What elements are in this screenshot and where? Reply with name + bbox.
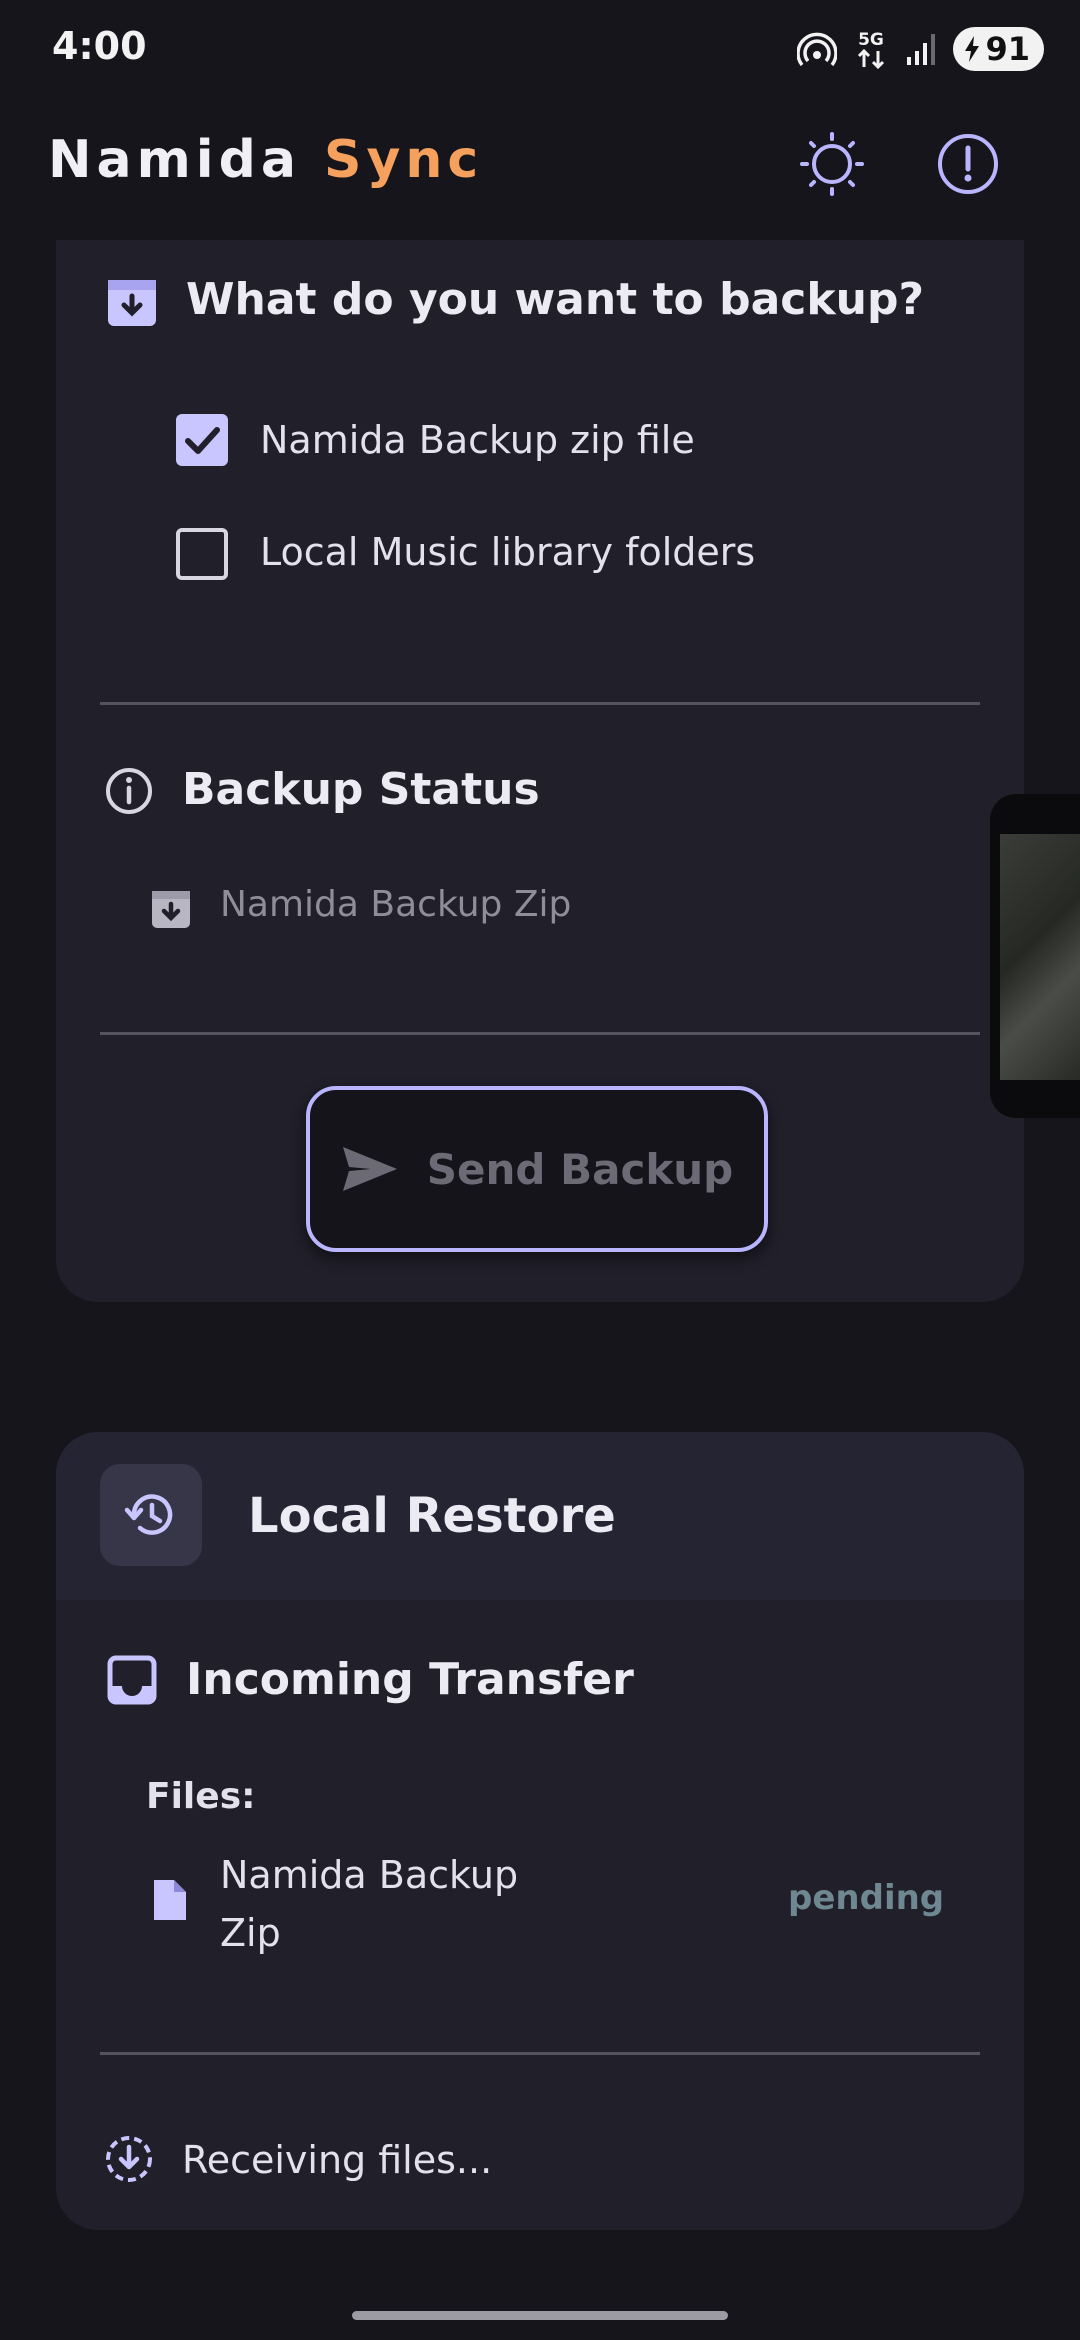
info-icon xyxy=(106,768,152,814)
file-name: Namida Backup Zip xyxy=(220,1846,518,1962)
theme-toggle-button[interactable] xyxy=(792,124,872,204)
file-name-line2: Zip xyxy=(220,1911,281,1955)
backup-zip-checkbox[interactable] xyxy=(176,414,228,466)
restore-icon-tile xyxy=(100,1464,202,1566)
charging-bolt-icon xyxy=(965,36,980,62)
history-icon xyxy=(124,1494,173,1535)
backup-question-heading: What do you want to backup? xyxy=(186,274,924,325)
hotspot-icon xyxy=(797,32,838,67)
alert-circle-icon xyxy=(938,134,998,194)
status-icons: 5G 91 xyxy=(797,26,1044,72)
side-media-peek[interactable] xyxy=(990,794,1080,1118)
send-backup-label: Send Backup xyxy=(426,1144,734,1194)
info-button[interactable] xyxy=(928,124,1008,204)
download-progress-icon xyxy=(106,2136,152,2182)
backup-status-heading: Backup Status xyxy=(182,764,540,815)
file-icon xyxy=(154,1880,186,1920)
music-folders-label[interactable]: Local Music library folders xyxy=(260,530,755,574)
app-title-sync: Sync xyxy=(324,130,484,190)
signal-icon xyxy=(907,34,936,65)
battery-level: 91 xyxy=(985,30,1030,68)
music-folders-checkbox[interactable] xyxy=(176,528,228,580)
incoming-transfer-heading: Incoming Transfer xyxy=(186,1654,634,1705)
inbox-icon xyxy=(107,1655,157,1705)
divider xyxy=(100,2052,980,2055)
send-backup-button[interactable]: Send Backup xyxy=(306,1086,768,1252)
file-name-line1: Namida Backup xyxy=(220,1853,519,1897)
status-time: 4:00 xyxy=(52,24,147,68)
local-restore-card xyxy=(56,1432,1024,2230)
divider xyxy=(100,1032,980,1035)
divider xyxy=(100,702,980,705)
sun-icon xyxy=(800,132,864,196)
battery-indicator: 91 xyxy=(953,27,1044,71)
archive-small-icon xyxy=(152,891,190,928)
backup-zip-label[interactable]: Namida Backup zip file xyxy=(260,418,695,462)
network-5g-icon: 5G xyxy=(858,30,885,70)
receiving-status-text: Receiving files... xyxy=(182,2138,493,2182)
app-title-namida: Namida xyxy=(48,130,301,190)
app-title: Namida Sync xyxy=(48,130,483,190)
file-status-badge: pending xyxy=(788,1878,945,1918)
backup-status-item: Namida Backup Zip xyxy=(220,884,572,925)
archive-icon xyxy=(108,280,156,326)
media-thumbnail xyxy=(1000,834,1080,1080)
home-gesture-bar[interactable] xyxy=(352,2311,728,2320)
files-label: Files: xyxy=(146,1776,256,1817)
network-label: 5G xyxy=(859,30,885,50)
checkmark-icon xyxy=(185,427,220,454)
send-icon xyxy=(342,1147,397,1191)
local-restore-title: Local Restore xyxy=(248,1488,616,1544)
